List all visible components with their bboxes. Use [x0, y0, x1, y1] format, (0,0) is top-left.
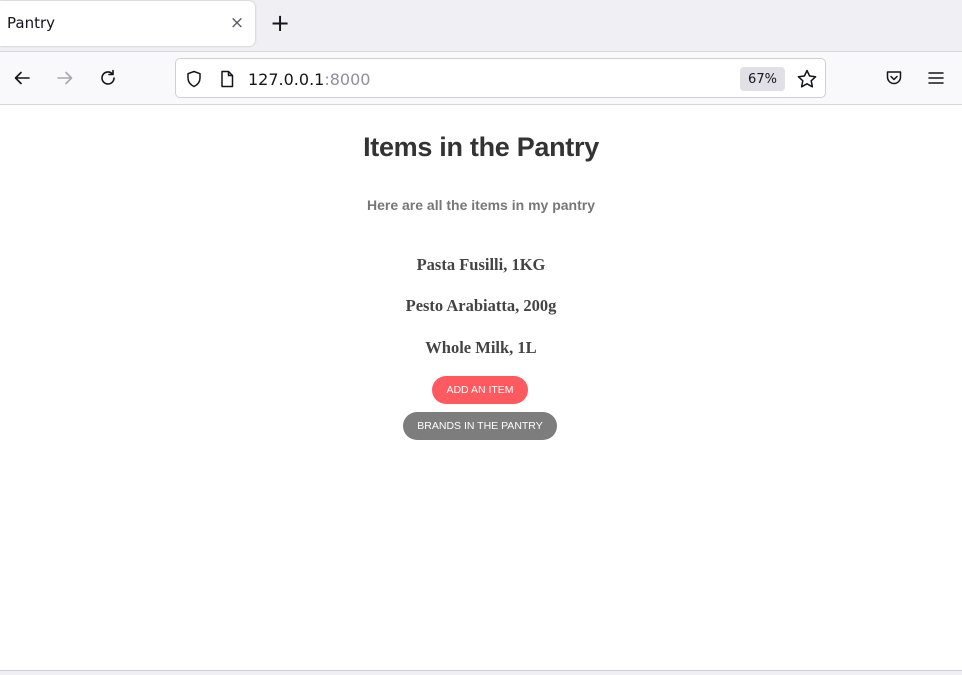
url-bar[interactable]: 127.0.0.1:8000 67%: [175, 58, 826, 98]
menu-icon[interactable]: [922, 64, 950, 92]
pantry-item: Whole Milk, 1L: [425, 338, 537, 357]
page-icon[interactable]: [217, 69, 237, 93]
forward-arrow-icon[interactable]: [51, 64, 79, 92]
new-tab-button[interactable]: +: [266, 9, 294, 37]
zoom-level-badge[interactable]: 67%: [740, 67, 785, 91]
pantry-item: Pasta Fusilli, 1KG: [416, 255, 546, 274]
url-text[interactable]: 127.0.0.1:8000: [248, 70, 370, 89]
back-arrow-icon[interactable]: [8, 64, 36, 92]
navigation-toolbar: 127.0.0.1:8000 67%: [0, 52, 962, 105]
reload-icon[interactable]: [94, 64, 122, 92]
page-title: Items in the Pantry: [363, 132, 599, 162]
pocket-icon[interactable]: [880, 64, 908, 92]
add-item-button[interactable]: ADD AN ITEM: [432, 376, 528, 404]
page-subtitle: Here are all the items in my pantry: [367, 197, 595, 213]
page-content: Items in the Pantry Here are all the ite…: [0, 106, 962, 670]
url-port: :8000: [324, 70, 371, 89]
tab-pantry[interactable]: Pantry ×: [0, 1, 255, 46]
window-bottom-edge: [0, 670, 962, 675]
pantry-item: Pesto Arabiatta, 200g: [405, 296, 557, 315]
tab-title: Pantry: [7, 14, 55, 32]
shield-icon[interactable]: [184, 69, 204, 93]
star-icon[interactable]: [796, 68, 818, 94]
close-tab-icon[interactable]: ×: [226, 10, 248, 36]
tab-strip: Pantry × +: [0, 0, 962, 52]
url-host: 127.0.0.1: [248, 70, 325, 89]
brands-in-pantry-button[interactable]: BRANDS IN THE PANTRY: [403, 412, 557, 440]
